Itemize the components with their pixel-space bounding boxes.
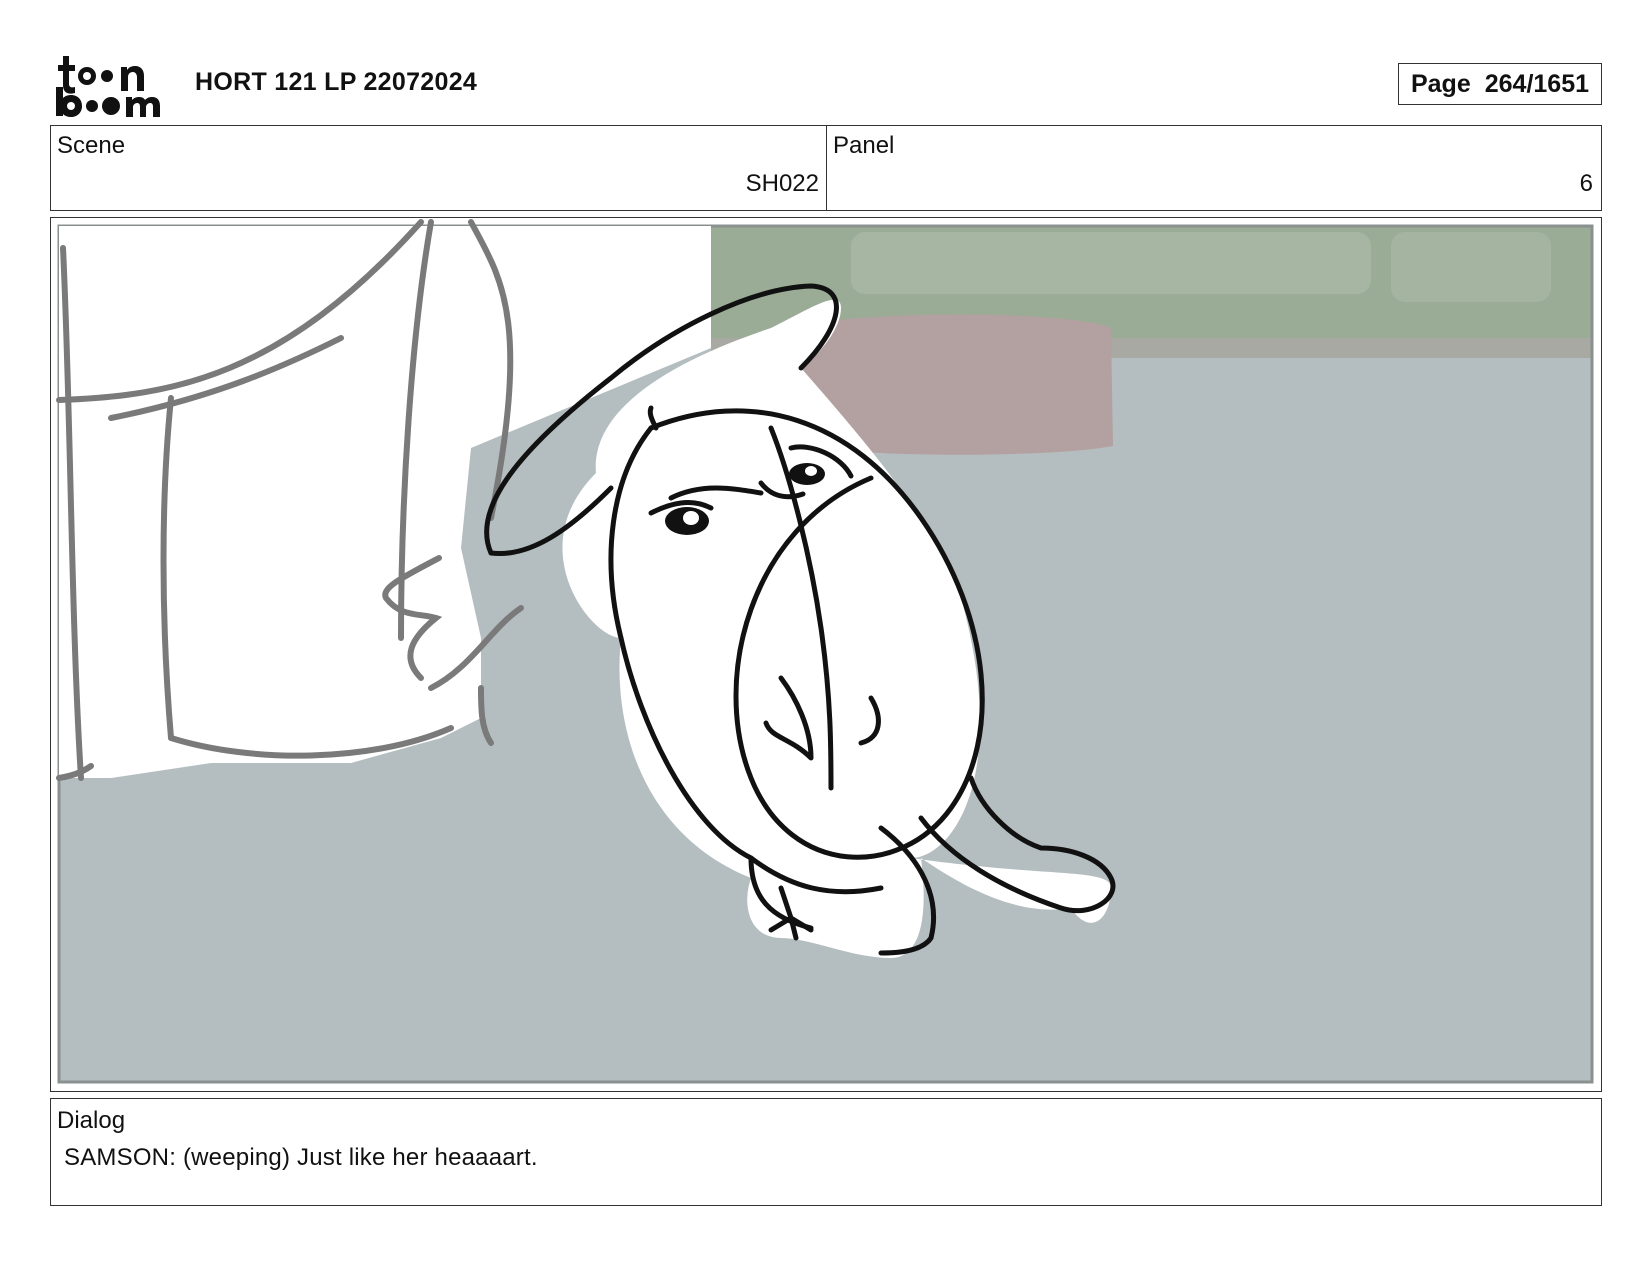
- storyboard-panel-image: [50, 217, 1602, 1092]
- panel-label: Panel: [833, 132, 895, 159]
- panel-value: 6: [1579, 170, 1593, 197]
- toonboom-logo: [56, 56, 160, 117]
- page-label: Page: [1410, 69, 1471, 98]
- scene-panel-row: Scene SH022 Panel 6: [50, 125, 1602, 211]
- scene-value: SH022: [745, 170, 819, 197]
- scene-cell: Scene SH022: [51, 126, 827, 210]
- dialog-label: Dialog: [57, 1107, 126, 1134]
- dialog-text: SAMSON: (weeping) Just like her heaaaart…: [64, 1144, 538, 1171]
- scene-label: Scene: [57, 132, 126, 159]
- storyboard-drawing: [56, 219, 1594, 1084]
- page-number: 264/1651: [1484, 69, 1590, 98]
- document-title: HORT 121 LP 22072024: [195, 68, 478, 96]
- dialog-box: Dialog SAMSON: (weeping) Just like her h…: [50, 1098, 1602, 1206]
- panel-cell: Panel 6: [827, 126, 1600, 210]
- page-indicator: Page 264/1651: [1398, 63, 1602, 105]
